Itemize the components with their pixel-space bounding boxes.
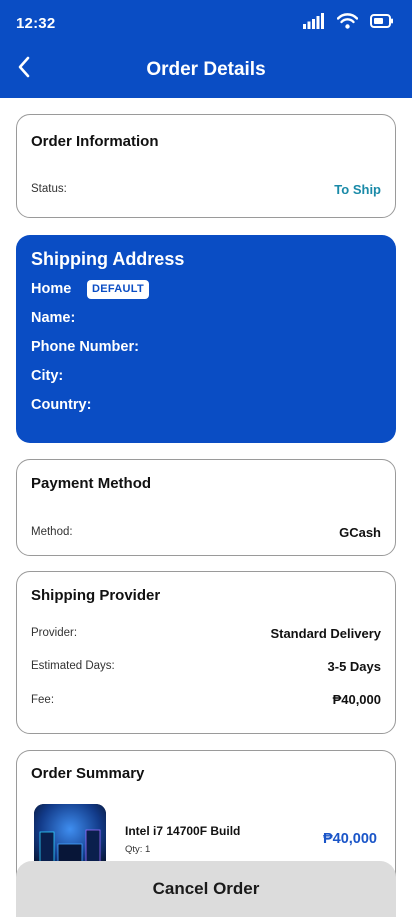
- app-header: 12:32 Order Details: [0, 0, 412, 98]
- method-value: GCash: [339, 525, 381, 540]
- card-title: Shipping Provider: [31, 587, 161, 604]
- battery-icon: [370, 14, 394, 28]
- payment-method-card: Payment Method Method: GCash: [16, 459, 396, 556]
- address-type: Home: [31, 281, 72, 297]
- status-time: 12:32: [16, 15, 56, 32]
- estimated-days-value: 3-5 Days: [327, 659, 381, 674]
- product-quantity: Qty: 1: [125, 844, 151, 855]
- product-name: Intel i7 14700F Build: [125, 824, 241, 838]
- card-title: Shipping Address: [31, 249, 185, 269]
- status-icons: [303, 13, 394, 29]
- status-badge: To Ship: [334, 182, 381, 197]
- method-label: Method:: [31, 526, 73, 538]
- card-title: Order Summary: [31, 765, 145, 782]
- provider-value: Standard Delivery: [270, 626, 381, 641]
- card-title: Payment Method: [31, 475, 152, 492]
- cancel-order-button[interactable]: Cancel Order: [16, 861, 396, 917]
- city-label: City:: [31, 368, 64, 384]
- shipping-provider-card: Shipping Provider Provider: Standard Del…: [16, 571, 396, 734]
- signal-icon: [303, 13, 325, 29]
- estimated-days-label: Estimated Days:: [31, 660, 115, 672]
- country-label: Country:: [31, 397, 92, 413]
- fee-label: Fee:: [31, 694, 55, 706]
- phone-label: Phone Number:: [31, 339, 139, 355]
- status-bar: 12:32: [0, 0, 412, 44]
- provider-label: Provider:: [31, 627, 78, 639]
- wifi-icon: [337, 13, 358, 29]
- card-title: Order Information: [31, 133, 159, 150]
- page-title: Order Details: [146, 59, 266, 80]
- nav-bar: Order Details: [0, 44, 412, 98]
- name-label: Name:: [31, 310, 76, 326]
- product-price: ₱40,000: [322, 831, 377, 847]
- default-badge: DEFAULT: [87, 280, 150, 299]
- order-information-card: Order Information Status: To Ship: [16, 114, 396, 218]
- shipping-address-card: Shipping Address Home DEFAULT Name: Phon…: [16, 235, 396, 443]
- fee-value: ₱40,000: [332, 692, 381, 707]
- status-label: Status:: [31, 183, 67, 195]
